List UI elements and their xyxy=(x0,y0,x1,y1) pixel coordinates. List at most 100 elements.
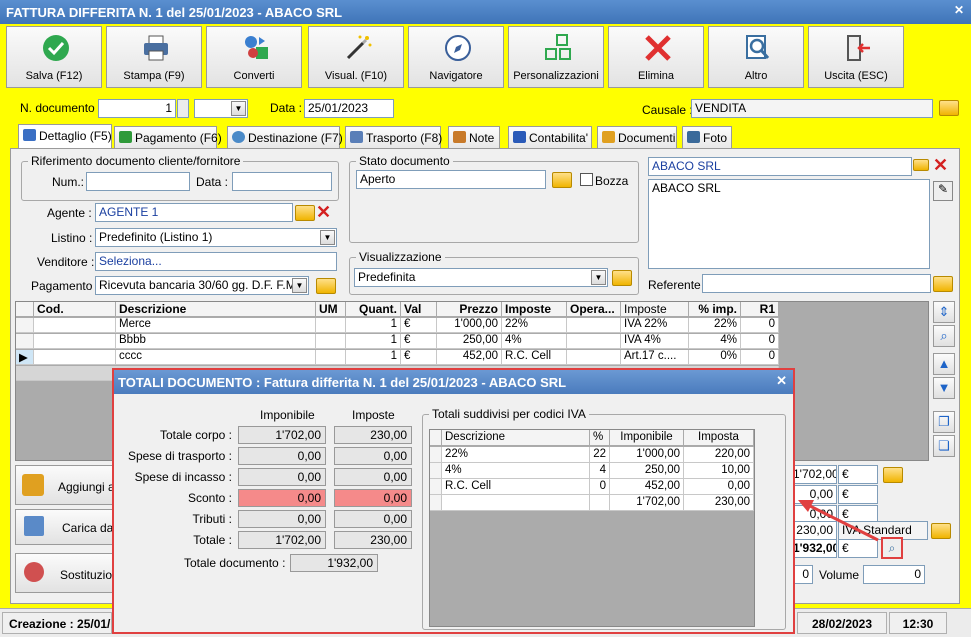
load-from-button[interactable]: Carica da a xyxy=(15,509,123,545)
view-folder-icon[interactable] xyxy=(612,270,632,286)
status-input[interactable]: Aperto xyxy=(356,170,546,189)
iva-cell[interactable]: 0 xyxy=(590,479,610,495)
grid-header-imposte2[interactable]: Imposte xyxy=(621,302,689,317)
grid-cell[interactable]: Bbbb xyxy=(116,334,316,349)
grid-header-r1[interactable]: R1 xyxy=(741,302,779,317)
grid-cell[interactable]: Merce xyxy=(116,318,316,333)
grid-cell[interactable]: cccc xyxy=(116,350,316,365)
payment-combo[interactable]: Ricevuta bancaria 30/60 gg. D.F. F.M. ▼ xyxy=(95,276,309,295)
grid-cell[interactable] xyxy=(567,350,621,365)
grid-cell[interactable]: 0 xyxy=(741,334,779,349)
grid-header-cod[interactable]: Cod. xyxy=(34,302,116,317)
agent-folder-icon[interactable] xyxy=(295,205,315,221)
iva-cell[interactable]: 452,00 xyxy=(610,479,684,495)
agent-clear-icon[interactable]: ✕ xyxy=(316,203,331,221)
payment-folder-icon[interactable] xyxy=(316,278,336,294)
paste-icon[interactable]: ❏ xyxy=(933,435,955,457)
row-selector[interactable]: ▶ xyxy=(16,350,34,365)
totals-folder-icon[interactable] xyxy=(883,467,903,483)
grid-cell[interactable] xyxy=(567,318,621,333)
tab-trasporto[interactable]: Trasporto (F8) xyxy=(345,126,442,148)
grid-cell[interactable]: 4% xyxy=(689,334,741,349)
iva-row-selector[interactable] xyxy=(430,447,442,463)
save-button[interactable]: Salva (F12) xyxy=(6,26,102,88)
arrow-up-icon[interactable]: ▲ xyxy=(933,353,955,375)
iva-cell[interactable]: 22 xyxy=(590,447,610,463)
view-combo[interactable]: Predefinita ▼ xyxy=(354,268,608,287)
grid-cell[interactable]: 0 xyxy=(741,318,779,333)
iva-cell[interactable]: 1'000,00 xyxy=(610,447,684,463)
status-folder-icon[interactable] xyxy=(552,172,572,188)
more-button[interactable]: Altro xyxy=(708,26,804,88)
grid-header-val[interactable]: Val xyxy=(401,302,437,317)
causale-folder-icon[interactable] xyxy=(939,100,959,116)
iva-cell[interactable]: 230,00 xyxy=(684,495,754,511)
iva-header-descrizione[interactable]: Descrizione xyxy=(442,430,590,446)
iva-row-selector[interactable] xyxy=(430,463,442,479)
grid-cell[interactable]: € xyxy=(401,334,437,349)
copy-icon[interactable]: ❐ xyxy=(933,411,955,433)
grid-cell[interactable]: Art.17 c.... xyxy=(621,350,689,365)
agent-input[interactable]: AGENTE 1 xyxy=(95,203,293,222)
volume-field[interactable]: 0 xyxy=(863,565,925,584)
tab-foto[interactable]: Foto xyxy=(682,126,732,148)
grid-header-descrizione[interactable]: Descrizione xyxy=(116,302,316,317)
grid-header-prezzo[interactable]: Prezzo xyxy=(437,302,502,317)
convert-button[interactable]: Converti xyxy=(206,26,302,88)
grid-cell[interactable]: 4% xyxy=(502,334,567,349)
grid-cell[interactable] xyxy=(316,350,346,365)
iva-cell[interactable]: R.C. Cell xyxy=(442,479,590,495)
grid-cell[interactable]: 0% xyxy=(689,350,741,365)
tax-folder-icon[interactable] xyxy=(931,523,951,539)
row-selector[interactable] xyxy=(16,318,34,333)
grid-cell[interactable]: 1 xyxy=(346,350,401,365)
grid-cell[interactable] xyxy=(567,334,621,349)
customer-name-input[interactable]: ABACO SRL xyxy=(648,157,912,176)
bozza-checkbox[interactable] xyxy=(580,173,593,186)
iva-cell[interactable]: 220,00 xyxy=(684,447,754,463)
delete-button[interactable]: Elimina xyxy=(608,26,704,88)
visualize-button[interactable]: Visual. (F10) xyxy=(308,26,404,88)
grid-cell[interactable]: 22% xyxy=(502,318,567,333)
grid-header-imposte[interactable]: Imposte xyxy=(502,302,567,317)
grid-cell[interactable] xyxy=(316,318,346,333)
grid-cell[interactable]: € xyxy=(401,318,437,333)
date-input[interactable]: 25/01/2023 xyxy=(304,99,394,118)
iva-cell[interactable] xyxy=(590,495,610,511)
grid-header-quant[interactable]: Quant. xyxy=(346,302,401,317)
ref-num-input[interactable] xyxy=(86,172,190,191)
iva-cell[interactable]: 10,00 xyxy=(684,463,754,479)
edit-icon[interactable]: ✎ xyxy=(933,181,953,201)
iva-cell[interactable] xyxy=(442,495,590,511)
grid-header-operazione[interactable]: Opera... xyxy=(567,302,621,317)
doc-number-spinner[interactable] xyxy=(177,99,189,118)
replace-button[interactable]: Sostituzione xyxy=(15,553,125,593)
print-button[interactable]: Stampa (F9) xyxy=(106,26,202,88)
tab-pagamento[interactable]: Pagamento (F6) xyxy=(114,126,222,148)
iva-header-imposta[interactable]: Imposta xyxy=(684,430,754,446)
seller-input[interactable]: Seleziona... xyxy=(95,252,337,271)
iva-cell[interactable]: 4% xyxy=(442,463,590,479)
doc-suffix-combo[interactable]: ▼ xyxy=(194,99,248,118)
arrow-down-icon[interactable]: ▼ xyxy=(933,377,955,399)
grid-cell[interactable]: IVA 4% xyxy=(621,334,689,349)
iva-cell[interactable]: 0,00 xyxy=(684,479,754,495)
grid-header-perc-imp[interactable]: % imp. xyxy=(689,302,741,317)
add-article-button[interactable]: Aggiungi art xyxy=(15,465,122,505)
grid-cell[interactable]: 1 xyxy=(346,334,401,349)
customer-folder-icon[interactable] xyxy=(913,159,929,171)
iva-header-imponibile[interactable]: Imponibile xyxy=(610,430,684,446)
grid-cell[interactable]: R.C. Cell xyxy=(502,350,567,365)
iva-cell[interactable]: 1'702,00 xyxy=(610,495,684,511)
navigator-button[interactable]: Navigatore xyxy=(408,26,504,88)
tab-documenti[interactable]: Documenti xyxy=(597,126,677,148)
grid-header-um[interactable]: UM xyxy=(316,302,346,317)
doc-number-input[interactable]: 1 xyxy=(98,99,176,118)
iva-row-selector[interactable] xyxy=(430,479,442,495)
grid-cell[interactable]: IVA 22% xyxy=(621,318,689,333)
iva-cell[interactable]: 250,00 xyxy=(610,463,684,479)
close-window-button[interactable]: ✕ xyxy=(951,2,967,18)
grid-cell[interactable]: € xyxy=(401,350,437,365)
customizations-button[interactable]: Personalizzazioni xyxy=(508,26,604,88)
customer-address-box[interactable]: ABACO SRL xyxy=(648,179,930,269)
